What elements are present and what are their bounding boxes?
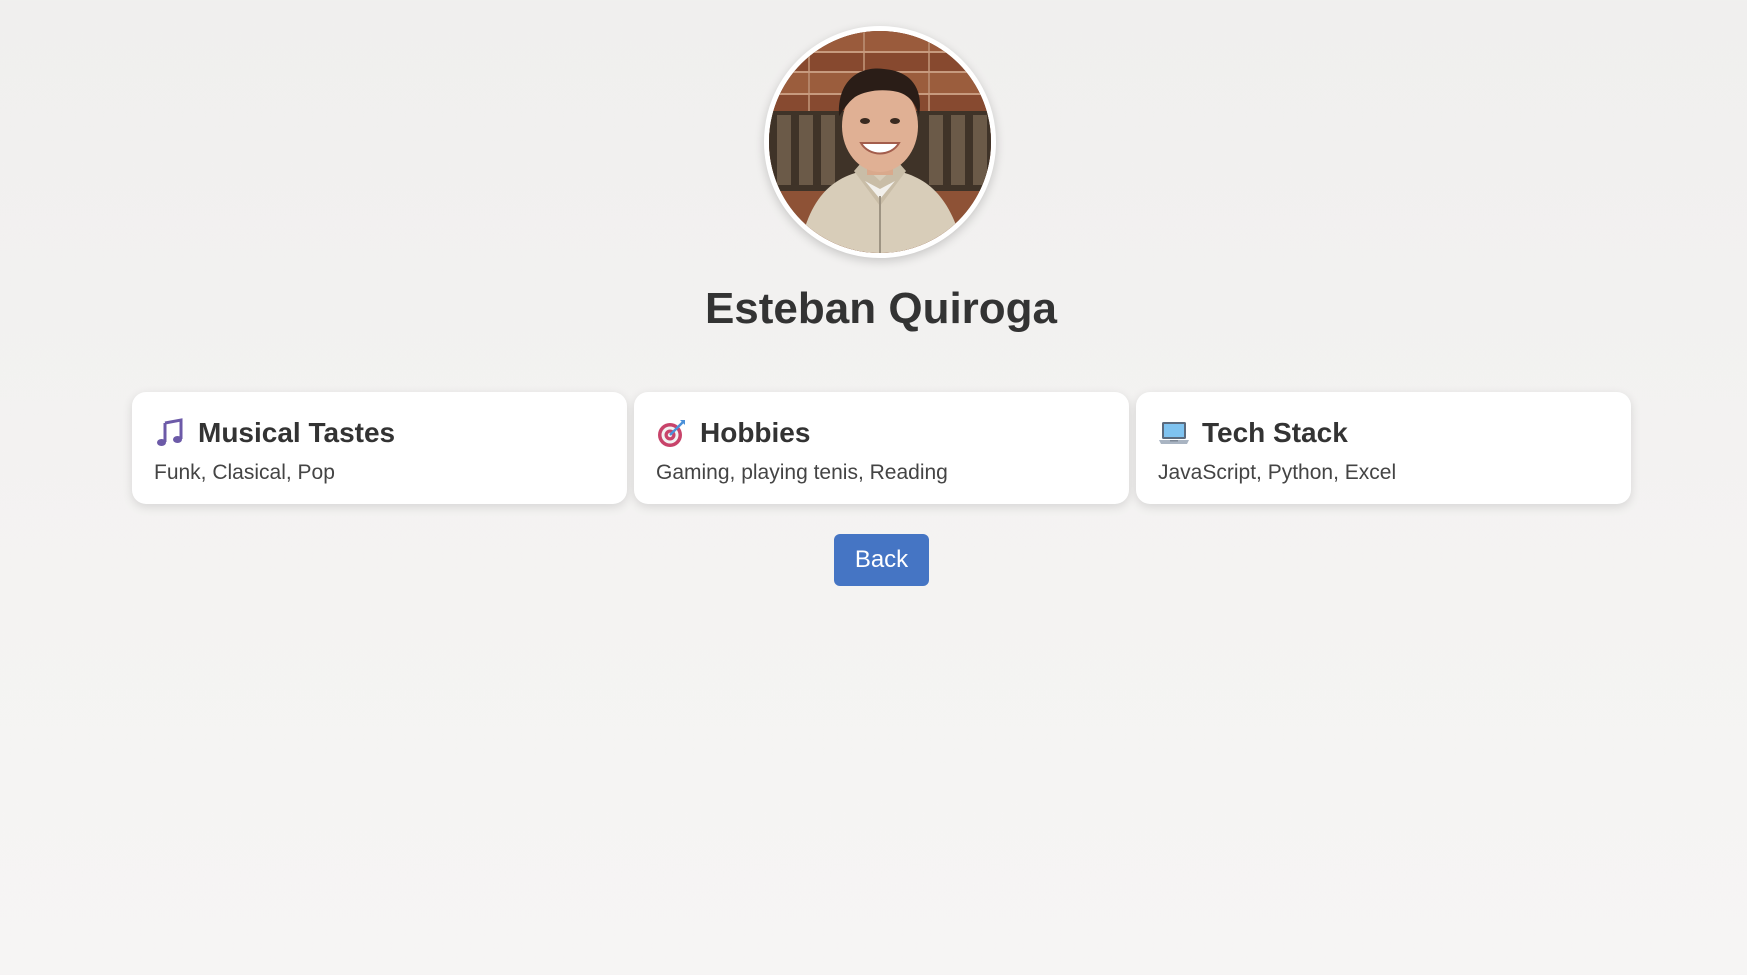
card-title: Musical Tastes <box>198 417 396 448</box>
card-musical-tastes: Musical Tastes Funk, Clasical, Pop <box>132 392 627 504</box>
profile-page: Esteban Quiroga Musical Tastes Funk, Cla… <box>0 0 1747 975</box>
card-title: Hobbies <box>700 417 811 448</box>
music-note-icon <box>154 417 186 449</box>
target-icon <box>656 417 688 449</box>
card-hobbies: Hobbies Gaming, playing tenis, Reading <box>634 392 1129 504</box>
card-text: Gaming, playing tenis, Reading <box>656 461 948 484</box>
laptop-icon <box>1158 417 1190 449</box>
card-tech-stack: Tech Stack JavaScript, Python, Excel <box>1136 392 1631 504</box>
card-text: JavaScript, Python, Excel <box>1158 461 1397 484</box>
card-text: Funk, Clasical, Pop <box>154 461 335 484</box>
card-title: Tech Stack <box>1202 417 1348 448</box>
back-button[interactable]: Back <box>834 534 929 586</box>
avatar-photo <box>769 31 991 253</box>
profile-name: Esteban Quiroga <box>704 284 1058 333</box>
avatar <box>764 26 996 258</box>
